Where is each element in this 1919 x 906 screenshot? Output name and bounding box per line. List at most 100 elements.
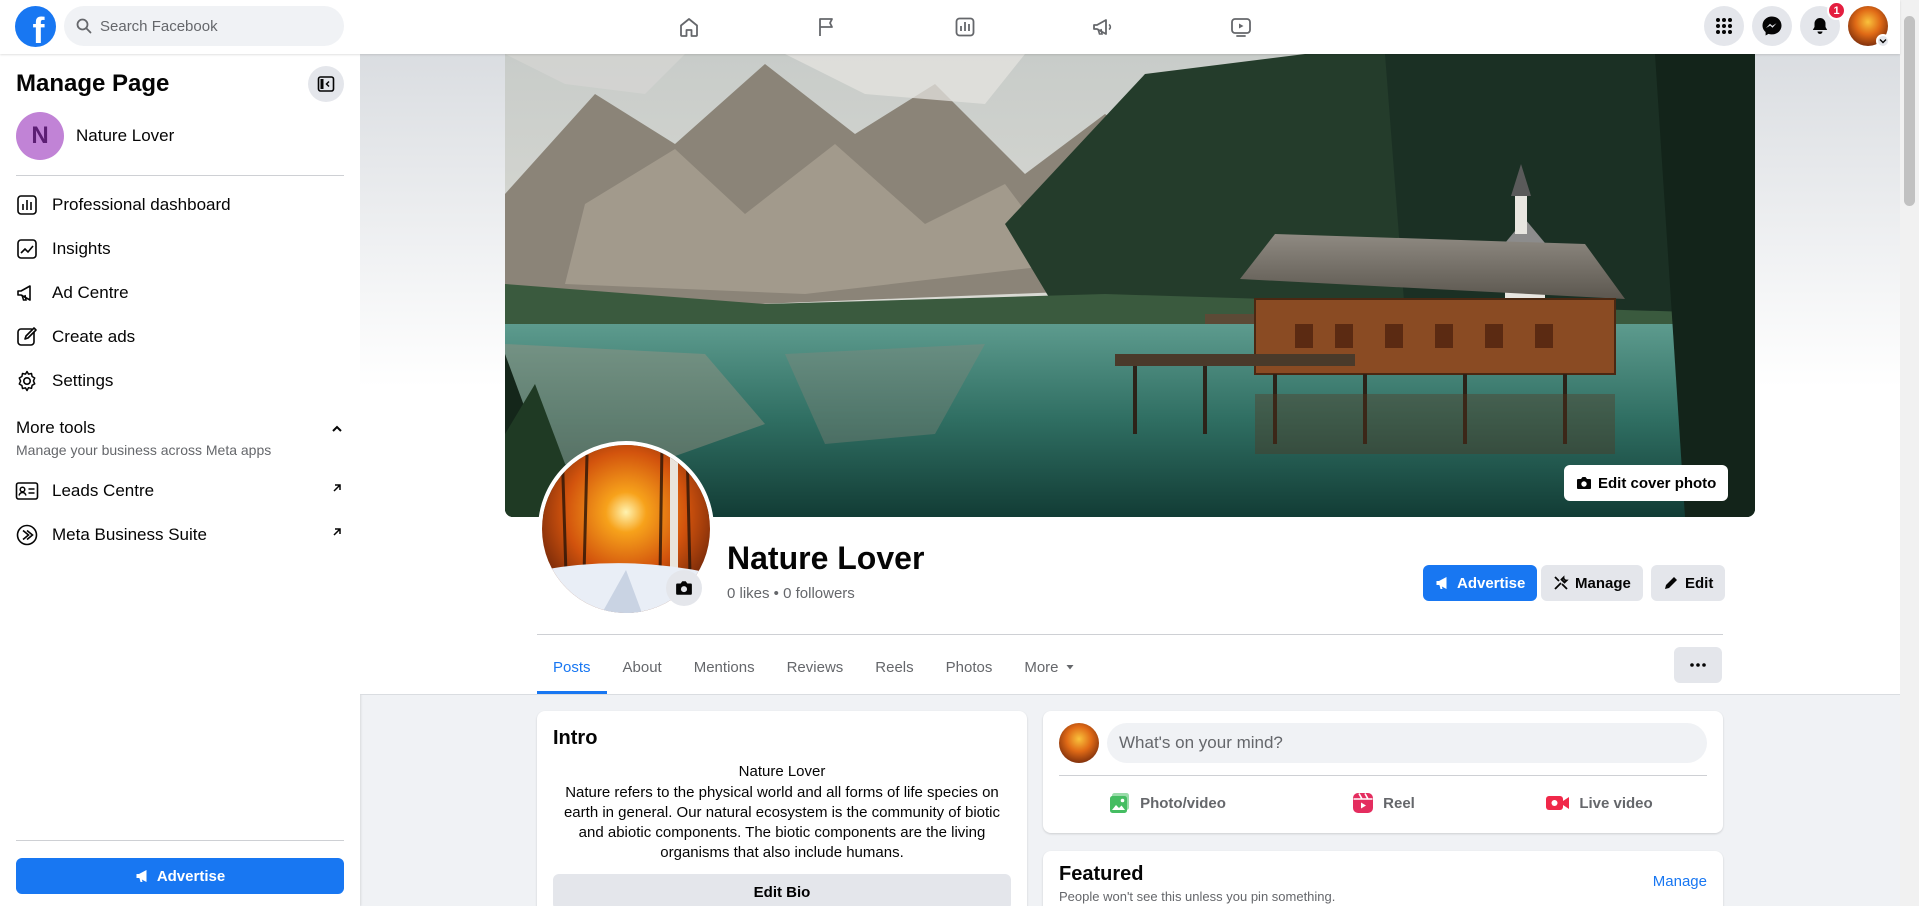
search-icon bbox=[76, 18, 92, 34]
composer-options: Photo/video Reel Live video bbox=[1059, 783, 1707, 823]
reel-option[interactable]: Reel bbox=[1275, 783, 1491, 823]
chevron-down-icon bbox=[1876, 34, 1890, 48]
manage-button[interactable]: Manage bbox=[1541, 565, 1643, 601]
sidebar-item-ad-centre[interactable]: Ad Centre bbox=[14, 275, 344, 311]
caret-down-icon bbox=[1066, 665, 1074, 670]
reel-label: Reel bbox=[1383, 794, 1415, 812]
megaphone-icon bbox=[136, 870, 147, 882]
sidebar-item-label: Professional dashboard bbox=[52, 195, 231, 214]
messenger-button[interactable] bbox=[1752, 6, 1792, 46]
manage-page-sidebar: Manage Page N Nature Lover Professional … bbox=[0, 54, 360, 906]
featured-manage-link[interactable]: Manage bbox=[1653, 873, 1707, 890]
sidebar-advertise-button[interactable]: Advertise bbox=[16, 858, 344, 894]
edit-button[interactable]: Edit bbox=[1651, 565, 1726, 601]
insights-icon bbox=[14, 236, 40, 262]
meta-suite-icon bbox=[14, 522, 40, 548]
tab-reviews[interactable]: Reviews bbox=[771, 640, 860, 694]
page-tabs: Posts About Mentions Reviews Reels Photo… bbox=[537, 640, 1091, 694]
sidebar-title: Manage Page bbox=[16, 70, 170, 97]
intro-title: Intro bbox=[553, 727, 598, 749]
sidebar-item-professional-dashboard[interactable]: Professional dashboard bbox=[14, 187, 344, 223]
flag-icon bbox=[819, 18, 833, 36]
tab-label: Mentions bbox=[693, 658, 755, 676]
edit-cover-photo-label: Edit cover photo bbox=[1598, 474, 1717, 492]
search-input[interactable] bbox=[100, 17, 320, 35]
camera-icon bbox=[1577, 477, 1591, 489]
featured-title: Featured bbox=[1059, 863, 1144, 885]
nav-ad-centre[interactable] bbox=[1034, 0, 1172, 54]
collapse-sidebar-button[interactable] bbox=[308, 66, 344, 102]
sidebar-item-create-ads[interactable]: Create ads bbox=[14, 319, 344, 355]
photo-icon bbox=[1110, 793, 1130, 813]
menu-button[interactable] bbox=[1704, 6, 1744, 46]
sidebar-toggle-icon bbox=[317, 76, 335, 92]
sidebar-page-switcher[interactable]: N Nature Lover bbox=[16, 112, 174, 160]
sidebar-item-label: Insights bbox=[52, 239, 111, 258]
cover-photo[interactable] bbox=[505, 54, 1755, 517]
more-options-button[interactable] bbox=[1674, 647, 1722, 683]
advertise-button[interactable]: Advertise bbox=[1423, 565, 1538, 601]
tab-more[interactable]: More bbox=[1008, 640, 1090, 694]
photo-video-label: Photo/video bbox=[1140, 794, 1226, 812]
tab-photos[interactable]: Photos bbox=[930, 640, 1009, 694]
facebook-logo[interactable]: f bbox=[15, 6, 56, 47]
home-icon bbox=[680, 18, 698, 37]
account-controls: 1 bbox=[1704, 1, 1890, 48]
page-scrollbar[interactable] bbox=[1900, 0, 1919, 906]
more-tools-section[interactable]: More tools Manage your business across M… bbox=[16, 418, 344, 458]
nav-pages[interactable] bbox=[758, 0, 896, 54]
sidebar-divider bbox=[16, 840, 344, 841]
nav-video[interactable] bbox=[1172, 0, 1310, 54]
dashboard-icon bbox=[14, 192, 40, 218]
tab-label: Posts bbox=[553, 658, 591, 676]
sidebar-item-meta-business-suite[interactable]: Meta Business Suite bbox=[14, 517, 344, 553]
tools-icon bbox=[1554, 575, 1569, 590]
composer-avatar[interactable] bbox=[1059, 723, 1099, 763]
composer-divider bbox=[1059, 775, 1707, 776]
advertise-label: Advertise bbox=[1457, 574, 1526, 592]
featured-subtitle: People won't see this unless you pin som… bbox=[1059, 889, 1336, 904]
tab-label: About bbox=[622, 658, 662, 676]
tab-mentions[interactable]: Mentions bbox=[678, 640, 771, 694]
featured-card: Featured People won't see this unless yo… bbox=[1043, 851, 1723, 906]
live-video-option[interactable]: Live video bbox=[1491, 783, 1707, 823]
tab-reels[interactable]: Reels bbox=[859, 640, 929, 694]
bio-text: Nature refers to the physical world and … bbox=[563, 784, 1001, 861]
sidebar-item-insights[interactable]: Insights bbox=[14, 231, 344, 267]
header-divider bbox=[537, 634, 1723, 635]
live-video-label: Live video bbox=[1579, 794, 1653, 812]
megaphone-icon bbox=[1436, 577, 1447, 589]
sidebar-item-leads-centre[interactable]: Leads Centre bbox=[14, 473, 344, 509]
update-profile-picture-button[interactable] bbox=[666, 570, 702, 606]
search-box[interactable] bbox=[64, 6, 344, 46]
tab-label: More bbox=[1024, 658, 1059, 676]
photo-video-option[interactable]: Photo/video bbox=[1059, 783, 1275, 823]
notifications-button[interactable]: 1 bbox=[1800, 1, 1846, 46]
sidebar-item-label: Meta Business Suite bbox=[52, 525, 207, 544]
sidebar-item-label: Create ads bbox=[52, 327, 136, 346]
notification-badge: 1 bbox=[1827, 1, 1846, 20]
edit-bio-button[interactable]: Edit Bio bbox=[553, 874, 1011, 906]
tab-about[interactable]: About bbox=[607, 640, 678, 694]
scrollbar-thumb[interactable] bbox=[1904, 16, 1915, 206]
contact-card-icon bbox=[14, 478, 40, 504]
bell-icon bbox=[1812, 18, 1828, 34]
tab-label: Photos bbox=[945, 658, 993, 676]
account-avatar[interactable] bbox=[1848, 6, 1890, 48]
edit-cover-photo-button[interactable]: Edit cover photo bbox=[1564, 465, 1729, 501]
composer-input[interactable]: What's on your mind? bbox=[1107, 723, 1707, 763]
live-video-icon bbox=[1546, 796, 1570, 810]
main-nav bbox=[620, 0, 1310, 54]
chevron-up-icon[interactable] bbox=[330, 422, 344, 441]
edit-label: Edit bbox=[1685, 574, 1714, 592]
tab-posts[interactable]: Posts bbox=[537, 640, 607, 694]
gear-icon bbox=[14, 368, 40, 394]
sidebar-item-settings[interactable]: Settings bbox=[14, 363, 344, 399]
nav-home[interactable] bbox=[620, 0, 758, 54]
nav-insights[interactable] bbox=[896, 0, 1034, 54]
intro-card: Intro Nature Lover Nature refers to the … bbox=[537, 711, 1027, 906]
camera-icon bbox=[676, 581, 692, 595]
sidebar-item-label: Ad Centre bbox=[52, 283, 129, 302]
sidebar-divider bbox=[16, 175, 344, 176]
top-navigation-bar: f 1 bbox=[0, 0, 1900, 54]
